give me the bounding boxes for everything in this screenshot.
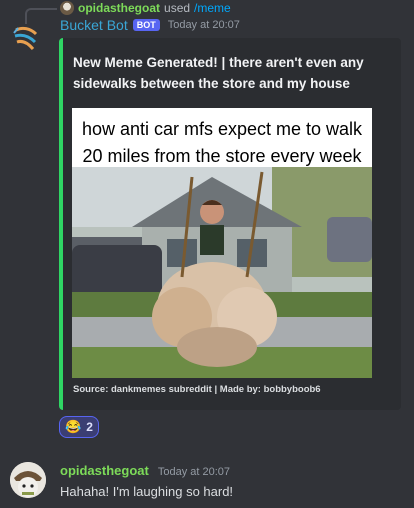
bot-avatar[interactable]	[10, 22, 42, 54]
bot-author-name[interactable]: Bucket Bot	[60, 17, 128, 33]
meme-photo	[72, 167, 372, 378]
user-message-timestamp[interactable]: Today at 20:07	[158, 466, 230, 478]
meme-caption: how anti car mfs expect me to walk 20 mi…	[72, 116, 372, 170]
laughing-emoji-icon: 😂	[65, 419, 82, 434]
bot-tag-badge: BOT	[132, 19, 160, 31]
reply-command[interactable]: /meme	[194, 1, 231, 15]
embed-title: New Meme Generated! | there aren't even …	[73, 55, 364, 91]
meme-caption-line-2: 20 miles from the store every week	[82, 146, 362, 166]
reaction-count: 2	[86, 420, 93, 434]
reply-avatar[interactable]	[60, 1, 74, 15]
user-message-text: Hahaha! I'm laughing so hard!	[60, 484, 234, 499]
user-message-header: opidasthegoat Today at 20:07	[60, 463, 230, 478]
bucket-bot-icon	[13, 26, 38, 50]
reply-used-text: used	[164, 1, 191, 15]
reaction-laugh[interactable]: 😂 2	[59, 416, 99, 438]
bot-message-header: Bucket Bot BOT Today at 20:07	[60, 17, 240, 33]
meme-embed: New Meme Generated! | there aren't even …	[59, 38, 401, 410]
user-avatar-icon	[10, 462, 46, 498]
meme-caption-line-1: how anti car mfs expect me to walk	[81, 119, 363, 139]
bot-message-timestamp[interactable]: Today at 20:07	[168, 19, 240, 31]
reply-reference[interactable]: opidasthegoat used /meme	[60, 0, 231, 16]
meme-image[interactable]: how anti car mfs expect me to walk 20 mi…	[72, 108, 372, 378]
embed-footer: Source: dankmemes subreddit | Made by: b…	[73, 384, 321, 395]
user-avatar[interactable]	[10, 462, 46, 498]
user-author-name[interactable]: opidasthegoat	[60, 463, 149, 478]
reply-username[interactable]: opidasthegoat	[78, 1, 160, 15]
